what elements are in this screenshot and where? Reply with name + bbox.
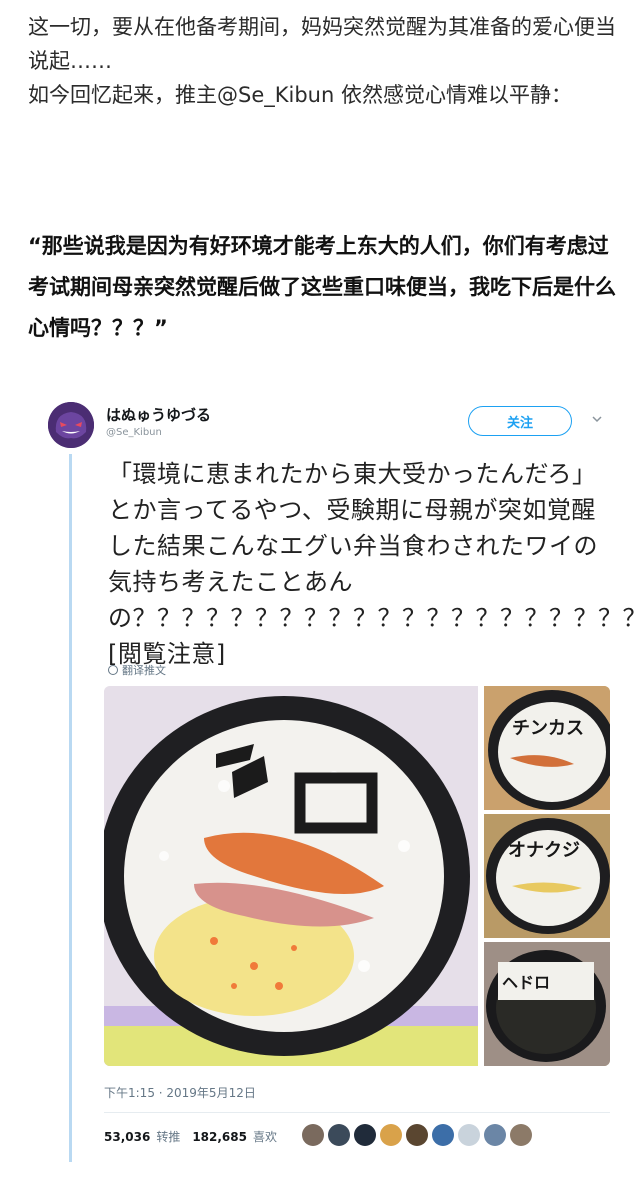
follow-button[interactable]: 关注 bbox=[468, 406, 572, 436]
ghost-avatar-icon bbox=[48, 402, 94, 448]
article-paragraph: 如今回忆起来，推主@Se_Kibun 依然感觉心情难以平静： bbox=[28, 83, 572, 107]
liker-avatar[interactable] bbox=[458, 1124, 480, 1146]
tweet-timestamp[interactable]: 下午1:15 · 2019年5月12日 bbox=[104, 1084, 256, 1101]
photo-caption: ヘドロ bbox=[502, 973, 550, 992]
article-body: 这一切，要从在他备考期间，妈妈突然觉醒为其准备的爱心便当说起…… 如今回忆起来，… bbox=[28, 10, 620, 112]
translate-label: 翻译推文 bbox=[122, 664, 166, 677]
photo-grid: チンカス オナクジ ヘドロ bbox=[104, 686, 610, 1066]
thread-line bbox=[69, 454, 72, 1162]
photo-caption: オナクジ bbox=[508, 840, 580, 861]
article-paragraph: 这一切，要从在他备考期间，妈妈突然觉醒为其准备的爱心便当说起…… bbox=[28, 15, 616, 73]
photo-side[interactable]: ヘドロ bbox=[484, 942, 610, 1066]
globe-icon bbox=[108, 665, 118, 675]
article-quote: “那些说我是因为有好环境才能考上东大的人们，你们有考虑过考试期间母亲突然觉醒后做… bbox=[28, 234, 616, 340]
display-name[interactable]: はぬゅうゆづる bbox=[106, 404, 211, 425]
photo-main[interactable] bbox=[104, 686, 478, 1066]
photo-side[interactable]: オナクジ bbox=[484, 814, 610, 938]
avatar[interactable] bbox=[48, 402, 94, 448]
liker-avatar[interactable] bbox=[328, 1124, 350, 1146]
liker-avatar[interactable] bbox=[406, 1124, 428, 1146]
liker-avatar[interactable] bbox=[354, 1124, 376, 1146]
user-handle[interactable]: @Se_Kibun bbox=[106, 427, 162, 438]
divider bbox=[104, 1112, 610, 1113]
retweet-label: 转推 bbox=[156, 1130, 181, 1144]
photo-side[interactable]: チンカス bbox=[484, 686, 610, 810]
bento-photo bbox=[104, 686, 478, 1066]
embedded-tweet: はぬゅうゆづる @Se_Kibun 关注 「環境に恵まれたから東大受かったんだろ… bbox=[46, 394, 640, 1164]
tweet-stats: 53,036 转推 182,685 喜欢 bbox=[104, 1128, 277, 1145]
retweet-count[interactable]: 53,036 bbox=[104, 1130, 150, 1144]
chevron-down-icon[interactable] bbox=[592, 414, 602, 424]
like-label: 喜欢 bbox=[252, 1130, 277, 1144]
likers-avatars bbox=[302, 1124, 532, 1146]
translate-tweet-link[interactable]: 翻译推文 bbox=[108, 662, 166, 678]
liker-avatar[interactable] bbox=[380, 1124, 402, 1146]
photo-caption: チンカス bbox=[512, 718, 584, 739]
liker-avatar[interactable] bbox=[302, 1124, 324, 1146]
tweet-text: 「環境に恵まれたから東大受かったんだろ」とか言ってるやつ、受験期に母親が突如覚醒… bbox=[108, 460, 640, 668]
liker-avatar[interactable] bbox=[510, 1124, 532, 1146]
liker-avatar[interactable] bbox=[484, 1124, 506, 1146]
like-count[interactable]: 182,685 bbox=[192, 1130, 247, 1144]
liker-avatar[interactable] bbox=[432, 1124, 454, 1146]
